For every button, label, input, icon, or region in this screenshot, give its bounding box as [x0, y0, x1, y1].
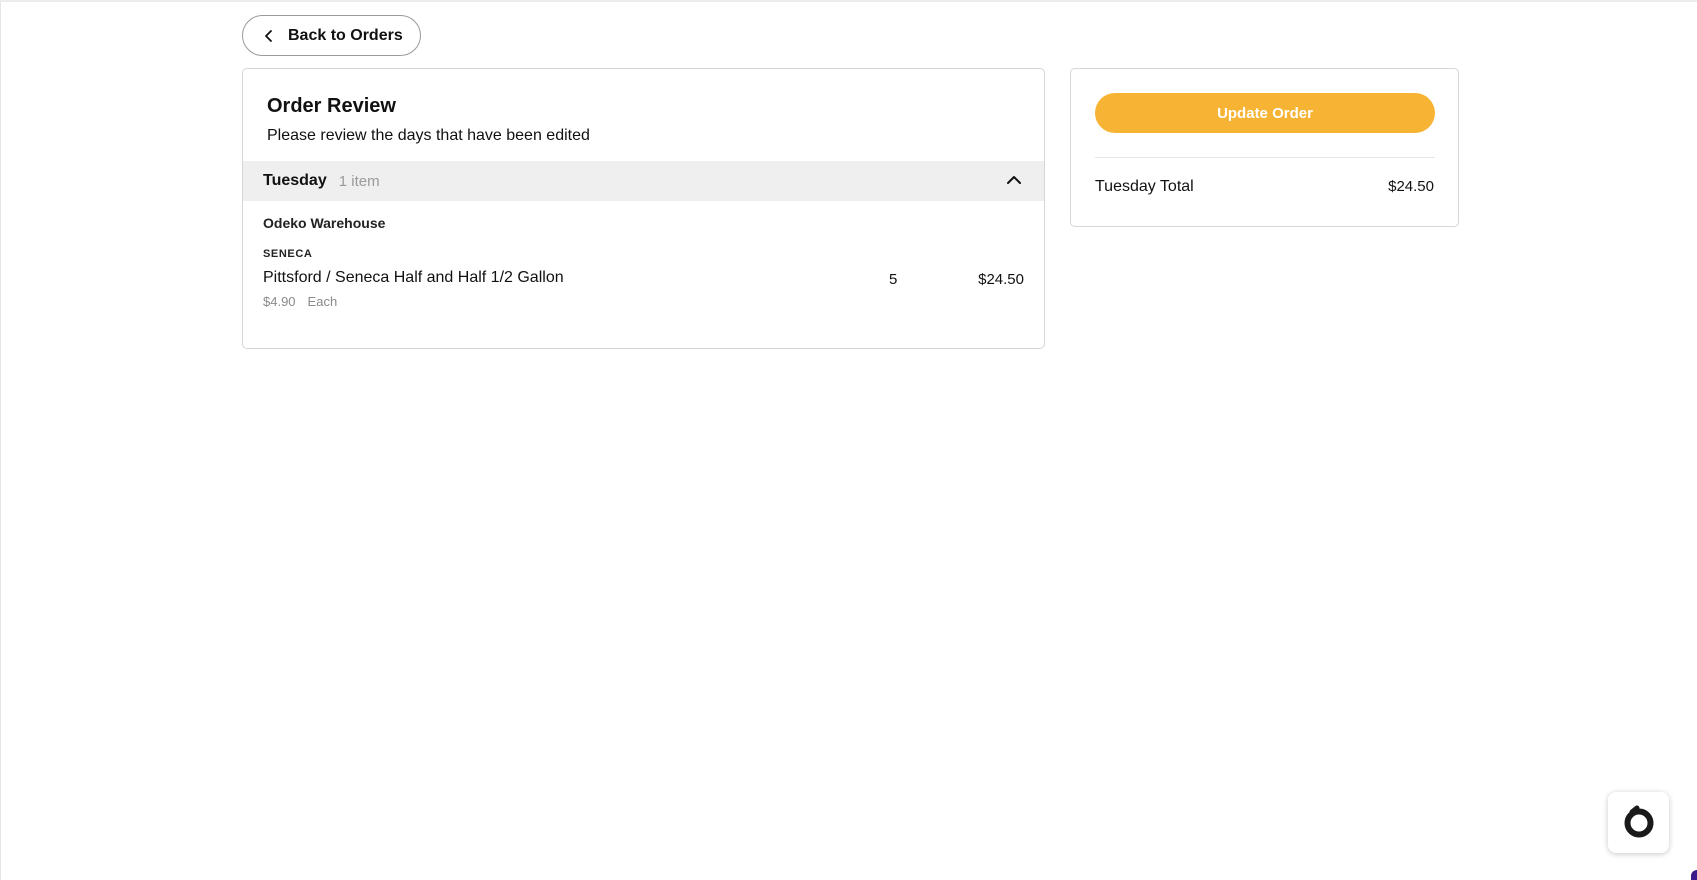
- summary-divider: [1095, 157, 1435, 158]
- day-section-header-tuesday[interactable]: Tuesday 1 item: [243, 161, 1044, 201]
- page-title: Order Review: [267, 95, 396, 117]
- chevron-left-icon: [265, 29, 272, 42]
- product-name: Pittsford / Seneca Half and Half 1/2 Gal…: [263, 269, 564, 286]
- order-summary-card: Update Order Tuesday Total $24.50: [1070, 68, 1459, 227]
- update-order-button[interactable]: Update Order: [1095, 93, 1435, 133]
- product-quantity: 5: [889, 271, 898, 288]
- product-line-total: $24.50: [978, 271, 1024, 288]
- day-total-value: $24.50: [1388, 178, 1434, 195]
- support-widget-button[interactable]: [1608, 792, 1669, 853]
- vendor-name: Odeko Warehouse: [263, 215, 386, 231]
- day-item-count: 1 item: [338, 172, 380, 190]
- product-brand: SENECA: [263, 248, 313, 260]
- back-to-orders-button[interactable]: Back to Orders: [242, 15, 421, 56]
- back-to-orders-label: Back to Orders: [288, 26, 403, 44]
- chevron-up-icon[interactable]: [1006, 173, 1022, 187]
- order-review-card: Order Review Please review the days that…: [242, 68, 1045, 349]
- review-subtitle: Please review the days that have been ed…: [267, 127, 590, 144]
- product-unit-price: $4.90: [263, 294, 296, 309]
- order-review-page: Back to Orders Order Review Please revie…: [0, 0, 1697, 880]
- product-unit-price-row: $4.90 Each: [263, 294, 337, 309]
- product-unit: Each: [307, 294, 338, 309]
- day-total-label: Tuesday Total: [1095, 178, 1194, 195]
- corner-accent: [1691, 870, 1697, 880]
- day-name: Tuesday: [263, 172, 327, 189]
- odeko-ring-icon: [1624, 805, 1653, 837]
